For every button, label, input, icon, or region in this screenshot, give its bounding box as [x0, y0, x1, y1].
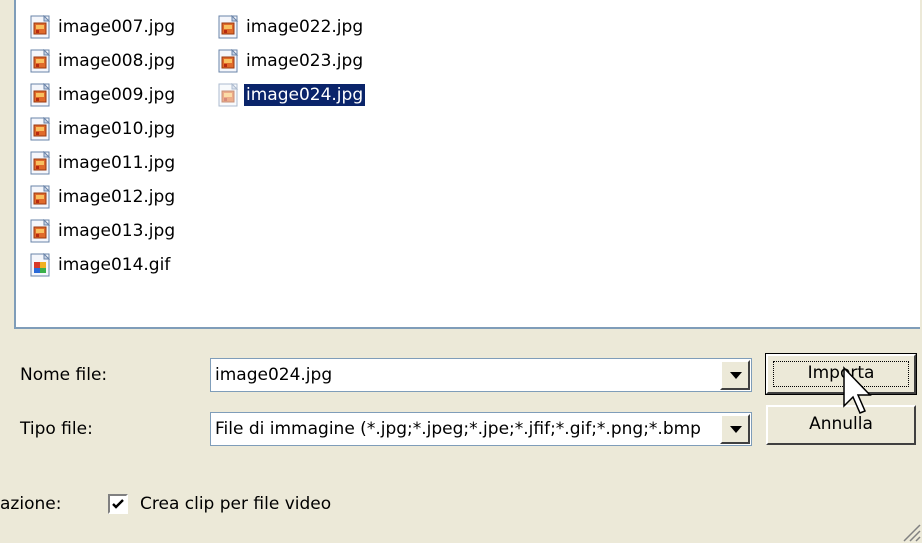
resize-grip-icon[interactable]: [898, 519, 922, 543]
create-clips-checkbox[interactable]: [108, 494, 128, 514]
mouse-pointer-icon: [843, 366, 872, 414]
file-name: image023.jpg: [246, 51, 364, 71]
file-name: image024.jpg: [244, 84, 366, 106]
file-item[interactable]: image014.gif: [28, 248, 177, 282]
file-item[interactable]: image022.jpg: [216, 10, 365, 44]
create-clips-label[interactable]: Crea clip per file video: [140, 494, 331, 514]
filename-input[interactable]: image024.jpg: [215, 359, 715, 391]
file-name: image007.jpg: [58, 17, 176, 37]
file-column-2: image022.jpg image023.jpg image024.jpg: [216, 10, 366, 112]
jpg-file-icon: [30, 49, 51, 73]
file-column-1: image007.jpg image008.jpg image009.jpg imag…: [28, 10, 177, 282]
file-item[interactable]: image024.jpg: [216, 78, 366, 112]
import-file-dialog: image007.jpg image008.jpg image009.jpg imag…: [0, 0, 922, 543]
focus-rect: [773, 361, 909, 387]
chevron-down-icon[interactable]: [720, 360, 750, 390]
cancel-button[interactable]: Annulla: [766, 405, 916, 445]
jpg-file-icon: [30, 185, 51, 209]
jpg-file-icon: [218, 49, 239, 73]
filename-combo[interactable]: image024.jpg: [210, 358, 752, 392]
file-name: image009.jpg: [58, 85, 176, 105]
file-item[interactable]: image013.jpg: [28, 214, 177, 248]
file-item[interactable]: image023.jpg: [216, 44, 365, 78]
filetype-label: Tipo file:: [20, 419, 93, 439]
jpg-file-icon: [218, 83, 239, 107]
file-item[interactable]: image009.jpg: [28, 78, 177, 112]
filetype-value: File di immagine (*.jpg;*.jpeg;*.jpe;*.j…: [215, 419, 701, 439]
file-name: image012.jpg: [58, 187, 176, 207]
chevron-down-icon[interactable]: [720, 414, 750, 444]
filetype-select[interactable]: File di immagine (*.jpg;*.jpeg;*.jpe;*.j…: [210, 412, 752, 446]
file-item[interactable]: image007.jpg: [28, 10, 177, 44]
jpg-file-icon: [30, 117, 51, 141]
file-list[interactable]: image007.jpg image008.jpg image009.jpg imag…: [14, 0, 920, 329]
file-name: image022.jpg: [246, 17, 364, 37]
filename-label: Nome file:: [20, 365, 108, 385]
import-button[interactable]: Importa: [765, 353, 917, 395]
gif-file-icon: [30, 253, 51, 277]
file-item[interactable]: image008.jpg: [28, 44, 177, 78]
file-name: image013.jpg: [58, 221, 176, 241]
options-label: azione:: [0, 494, 62, 514]
file-item[interactable]: image010.jpg: [28, 112, 177, 146]
file-name: image014.gif: [58, 255, 171, 275]
file-name: image008.jpg: [58, 51, 176, 71]
file-name: image010.jpg: [58, 119, 176, 139]
jpg-file-icon: [218, 15, 239, 39]
jpg-file-icon: [30, 15, 51, 39]
checkmark-icon: [112, 499, 124, 509]
file-item[interactable]: image011.jpg: [28, 146, 177, 180]
jpg-file-icon: [30, 219, 51, 243]
file-item[interactable]: image012.jpg: [28, 180, 177, 214]
jpg-file-icon: [30, 151, 51, 175]
file-name: image011.jpg: [58, 153, 176, 173]
jpg-file-icon: [30, 83, 51, 107]
